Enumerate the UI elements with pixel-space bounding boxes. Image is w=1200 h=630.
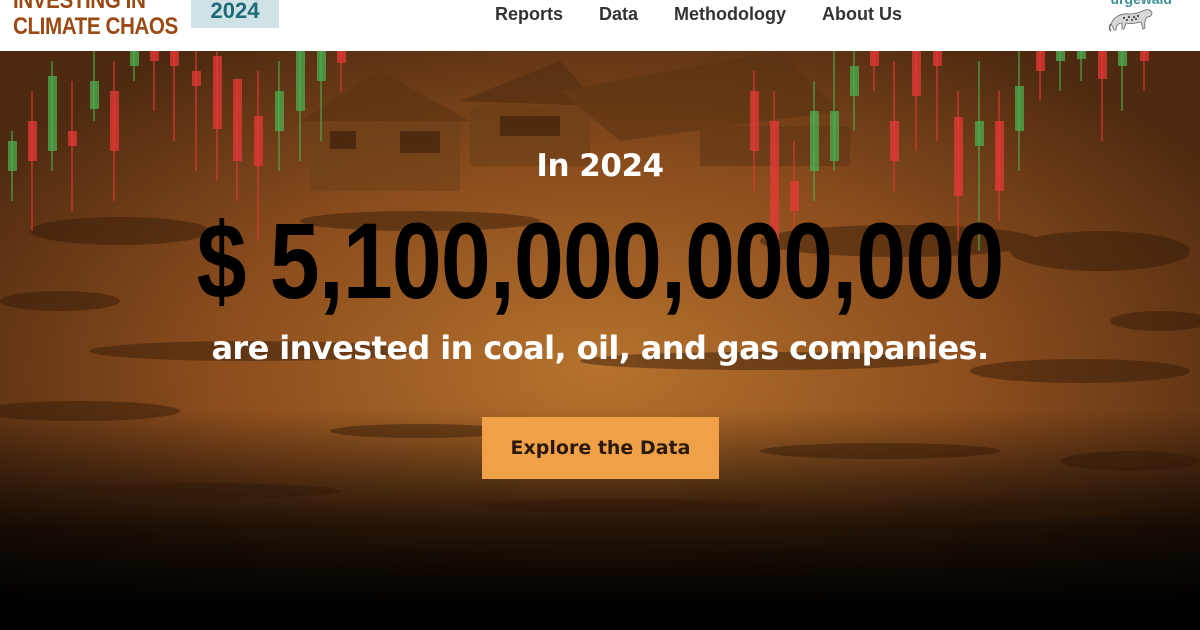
site-logo[interactable]: Investing in Climate Chaos [13,0,178,40]
leopard-icon [1108,9,1153,32]
year-badge[interactable]: 2024 [191,0,279,28]
hero-amount: $ 5,100,000,000,000 [196,200,1005,321]
hero-kicker: In 2024 [536,148,664,184]
hero-subline: are invested in coal, oil, and gas compa… [211,329,989,367]
hero-section: In 2024 $ 5,100,000,000,000 are invested… [0,51,1200,630]
logo-line-1: Investing in [13,0,146,14]
logo-line-2: Climate Chaos [13,13,178,40]
urgewald-logo[interactable]: urgewald [1102,0,1172,36]
main-nav: Reports Data Methodology About Us [495,3,902,25]
nav-data[interactable]: Data [599,3,638,25]
nav-methodology[interactable]: Methodology [674,3,786,25]
nav-about-us[interactable]: About Us [822,3,902,25]
hero-content: In 2024 $ 5,100,000,000,000 are invested… [0,51,1200,630]
nav-reports[interactable]: Reports [495,3,563,25]
site-header: Investing in Climate Chaos 2024 Reports … [0,0,1200,51]
explore-data-button[interactable]: Explore the Data [482,417,719,479]
